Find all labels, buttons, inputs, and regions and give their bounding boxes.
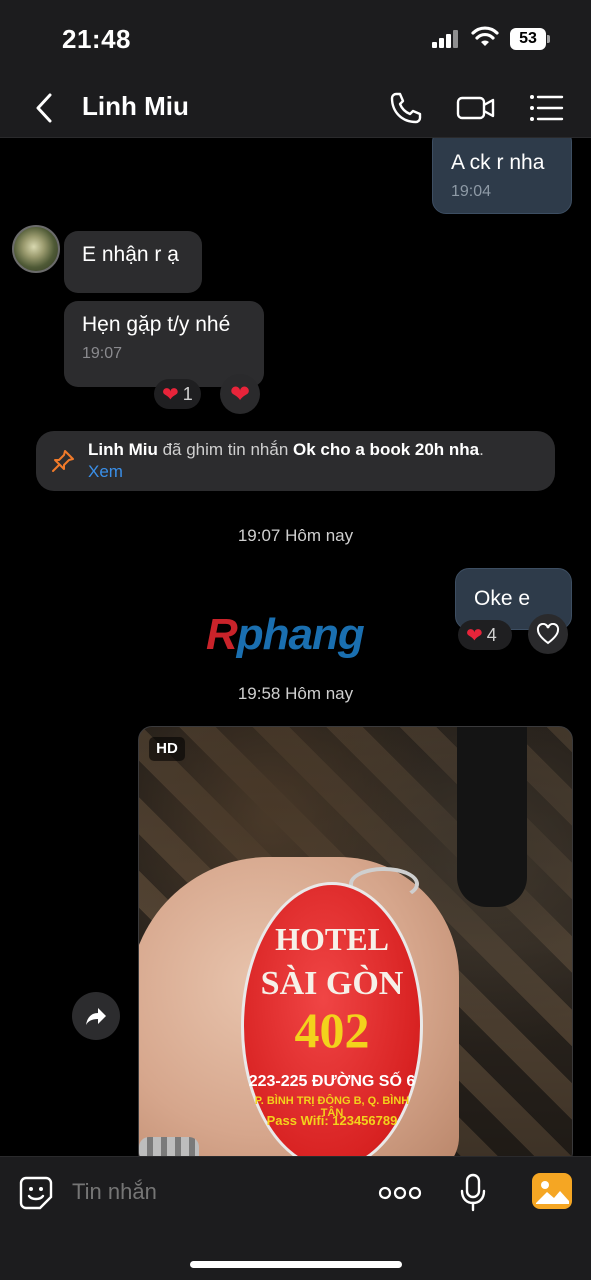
- pin-icon: [52, 450, 74, 472]
- message-text: Oke e: [474, 587, 531, 610]
- gallery-image-icon[interactable]: [532, 1173, 572, 1209]
- chat-options-button[interactable]: [526, 88, 566, 128]
- message-time: 19:07: [82, 345, 123, 362]
- contact-avatar[interactable]: [12, 225, 60, 273]
- status-time: 21:48: [62, 24, 131, 54]
- heart-react-button[interactable]: ❤: [220, 374, 260, 414]
- react-button[interactable]: [528, 614, 568, 654]
- reaction-summary[interactable]: ❤ 4: [458, 620, 512, 650]
- heart-reaction-icon: ❤: [162, 383, 179, 406]
- wifi-icon: [471, 26, 499, 46]
- pinned-message-preview: Ok cho a book 20h nha: [293, 440, 480, 459]
- view-pinned-link[interactable]: Xem: [88, 462, 123, 481]
- message-text: E nhận r ạ: [82, 243, 179, 266]
- pinned-message-banner[interactable]: Linh Miu đã ghim tin nhắn Ok cho a book …: [36, 431, 555, 491]
- date-separator: 19:58 Hôm nay: [237, 684, 354, 703]
- incoming-message[interactable]: E nhận r ạ: [64, 231, 202, 293]
- pin-suffix: .: [479, 440, 484, 459]
- forward-button[interactable]: [72, 992, 120, 1040]
- keytag-wifi: Pass Wifi: 123456789: [266, 1113, 398, 1128]
- outgoing-message[interactable]: A ck r nha 19:04: [432, 138, 572, 214]
- sticker-icon[interactable]: [18, 1175, 54, 1211]
- status-bar: 21:48 53: [0, 0, 591, 78]
- message-input[interactable]: [72, 1179, 352, 1205]
- heart-reaction-icon: ❤: [466, 624, 483, 647]
- video-call-button[interactable]: [456, 88, 496, 128]
- contact-name[interactable]: Linh Miu: [82, 91, 189, 122]
- keytag-hotel: HOTEL: [275, 921, 389, 957]
- hd-badge: HD: [149, 737, 185, 761]
- heart-icon: ❤: [229, 380, 251, 408]
- photo-bracelet: [139, 1137, 199, 1156]
- reaction-summary[interactable]: ❤ 1: [154, 379, 201, 409]
- keytag-name: SÀI GÒN: [260, 965, 404, 1002]
- reaction-count: 4: [486, 624, 497, 645]
- battery-icon: 53: [510, 28, 550, 50]
- heart-outline-icon: [536, 623, 560, 645]
- date-separator: 19:07 Hôm nay: [237, 526, 354, 545]
- message-text: Hẹn gặp t/y nhé: [82, 313, 231, 336]
- cellular-signal-icon: [432, 30, 462, 48]
- share-arrow-icon: [86, 1008, 106, 1025]
- home-indicator[interactable]: [190, 1261, 402, 1268]
- more-options-icon[interactable]: [378, 1181, 422, 1205]
- back-button[interactable]: [30, 90, 60, 126]
- microphone-icon[interactable]: [458, 1173, 488, 1213]
- message-text: A ck r nha: [451, 151, 545, 174]
- pin-action: đã ghim tin nhắn: [157, 440, 294, 459]
- photo-message[interactable]: HOTEL SÀI GÒN 402 223-225 ĐƯỜNG SỐ 6 P. …: [138, 726, 573, 1156]
- message-time: 19:04: [451, 183, 492, 200]
- pin-notice-text: Linh Miu đã ghim tin nhắn Ok cho a book …: [88, 439, 548, 483]
- chat-header: Linh Miu: [0, 78, 591, 138]
- message-input-bar: [0, 1156, 591, 1280]
- photo-background-leg: [457, 727, 527, 907]
- phone-call-button[interactable]: [386, 88, 426, 128]
- keytag-address: 223-225 ĐƯỜNG SỐ 6: [248, 1073, 416, 1090]
- reaction-count: 1: [182, 383, 193, 404]
- watermark-logo: Rphang: [206, 610, 365, 659]
- battery-level: 53: [510, 28, 546, 50]
- hotel-keytag: HOTEL SÀI GÒN 402 223-225 ĐƯỜNG SỐ 6 P. …: [241, 882, 423, 1156]
- message-list[interactable]: A ck r nha 19:04 E nhận r ạ Hẹn gặp t/y …: [0, 138, 591, 1156]
- pin-actor: Linh Miu: [88, 440, 158, 459]
- keytag-room: 402: [294, 1002, 370, 1058]
